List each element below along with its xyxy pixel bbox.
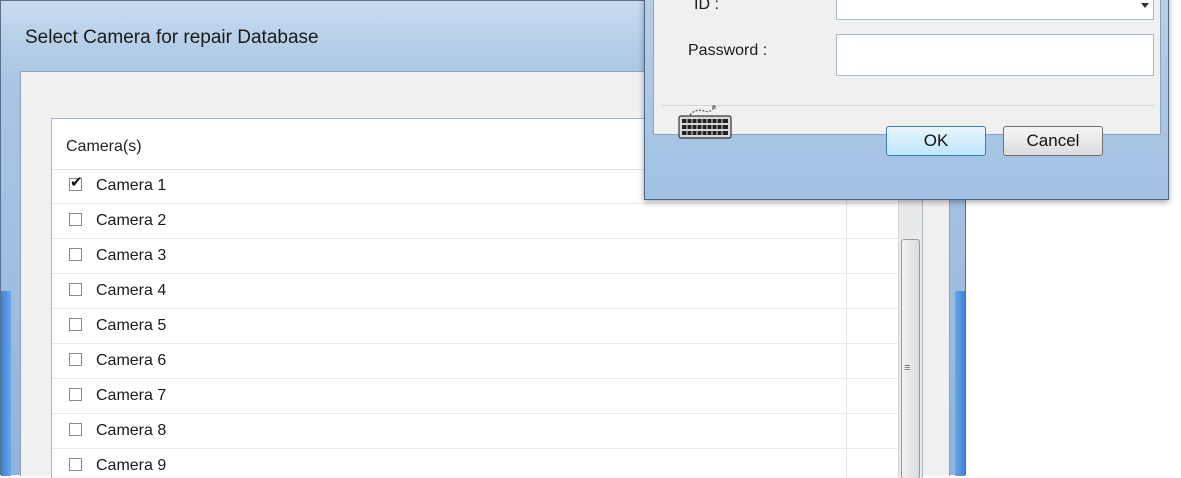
login-dialog: ID : Password : OK Cancel: [644, 0, 1169, 200]
camera-label: Camera 9: [96, 457, 167, 474]
camera-label: Camera 7: [96, 387, 167, 404]
list-item[interactable]: Camera 4: [52, 274, 898, 309]
list-item[interactable]: Camera 2: [52, 204, 898, 239]
camera-label: Camera 4: [96, 282, 167, 299]
password-field[interactable]: [836, 34, 1154, 76]
camera-checkbox[interactable]: [69, 388, 82, 401]
list-item[interactable]: Camera 6: [52, 344, 898, 379]
camera-label: Camera 6: [96, 352, 167, 369]
camera-label: Camera 2: [96, 212, 167, 229]
camera-checkbox[interactable]: [69, 353, 82, 366]
window-edge-left: [1, 291, 11, 476]
list-item[interactable]: Camera 3: [52, 239, 898, 274]
id-label: ID :: [694, 0, 719, 13]
camera-checkbox[interactable]: [69, 213, 82, 226]
login-form: ID : Password :: [662, 0, 1154, 106]
camera-checkbox[interactable]: [69, 248, 82, 261]
id-dropdown[interactable]: [836, 0, 1154, 20]
camera-label: Camera 3: [96, 247, 167, 264]
list-item[interactable]: Camera 9: [52, 449, 898, 478]
camera-label: Camera 8: [96, 422, 167, 439]
login-client-area: ID : Password : OK Cancel: [653, 0, 1161, 156]
scrollbar-grip-icon: ≡: [904, 362, 911, 374]
virtual-keyboard-icon[interactable]: [676, 102, 734, 142]
camera-checkbox[interactable]: [69, 318, 82, 331]
cancel-button[interactable]: Cancel: [1003, 126, 1103, 156]
window-title: Select Camera for repair Database: [25, 27, 319, 48]
chevron-down-icon[interactable]: [1141, 3, 1149, 8]
camera-rows: ✔ Camera 1 Camera 2 Camera 3 Camera 4 Ca…: [52, 169, 898, 478]
camera-checkbox[interactable]: [69, 458, 82, 471]
checkmark-icon: ✔: [70, 174, 83, 191]
list-header-label: Camera(s): [66, 138, 142, 155]
password-label: Password :: [688, 42, 768, 59]
ok-button[interactable]: OK: [886, 126, 986, 156]
scrollbar-thumb[interactable]: [901, 239, 920, 478]
camera-label: Camera 5: [96, 317, 167, 334]
camera-checkbox[interactable]: [69, 283, 82, 296]
camera-checkbox[interactable]: ✔: [69, 174, 83, 191]
list-item[interactable]: Camera 5: [52, 309, 898, 344]
camera-checkbox[interactable]: [69, 423, 82, 436]
camera-label: Camera 1: [96, 177, 167, 194]
list-item[interactable]: Camera 8: [52, 414, 898, 449]
window-edge-right: [955, 291, 965, 476]
list-item[interactable]: Camera 7: [52, 379, 898, 414]
